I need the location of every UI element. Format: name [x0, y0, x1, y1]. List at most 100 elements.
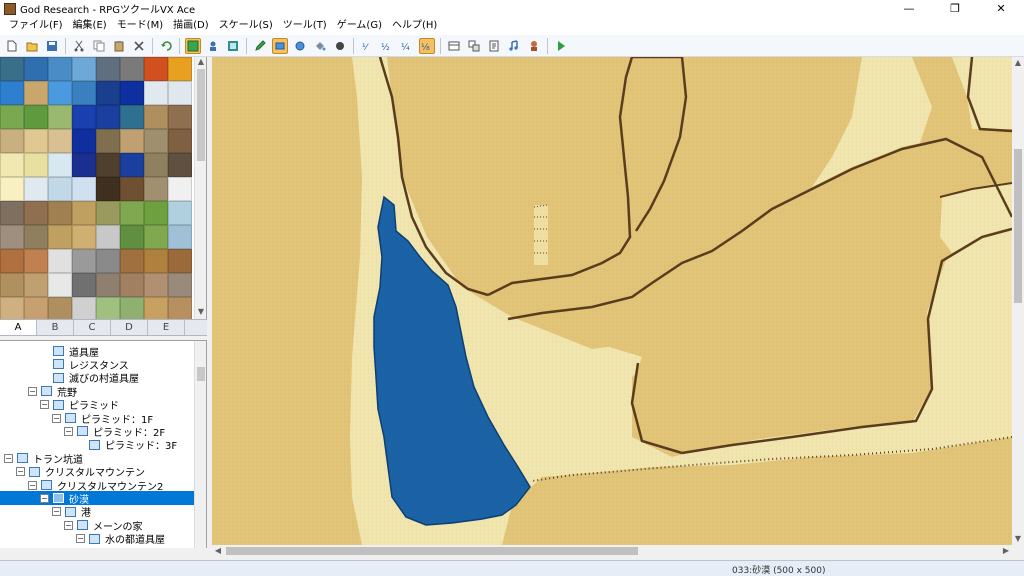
tree-node[interactable]: − クリスタルマウンテン	[16, 465, 145, 479]
tree-node[interactable]: 道具屋	[40, 344, 99, 359]
collapse-icon[interactable]: −	[16, 467, 25, 477]
scroll-left-icon[interactable]: ◀	[212, 545, 224, 557]
tree-scroll-thumb[interactable]	[197, 367, 205, 381]
map-canvas[interactable]	[212, 57, 1012, 545]
tile-swatch[interactable]	[72, 273, 96, 297]
tree-scrollbar[interactable]	[194, 341, 206, 548]
tile-swatch[interactable]	[72, 249, 96, 273]
tile-swatch[interactable]	[24, 153, 48, 177]
tree-node[interactable]: ピラミッド：3F	[76, 438, 177, 452]
tree-node[interactable]: − メーンの家	[64, 518, 143, 533]
scroll-up-icon[interactable]: ▲	[195, 57, 206, 69]
tile-swatch[interactable]	[72, 105, 96, 129]
tree-node[interactable]: 滅びの村道具屋	[40, 371, 139, 385]
tile-swatch[interactable]	[72, 57, 96, 81]
tile-swatch[interactable]	[72, 225, 96, 249]
collapse-icon[interactable]: −	[4, 453, 13, 463]
pencil-icon[interactable]	[252, 38, 268, 54]
tile-swatch[interactable]	[96, 201, 120, 225]
tile-swatch[interactable]	[48, 129, 72, 153]
tile-swatch[interactable]	[168, 153, 192, 177]
tile-grid[interactable]	[0, 57, 194, 319]
collapse-icon[interactable]: −	[40, 400, 49, 410]
collapse-icon[interactable]: −	[28, 386, 37, 396]
tree-node[interactable]: − ピラミッド：1F	[52, 411, 153, 426]
tree-node[interactable]: − トラン坑道	[4, 451, 83, 466]
maximize-button[interactable]: ❐	[932, 0, 978, 17]
tile-swatch[interactable]	[168, 177, 192, 201]
tile-swatch[interactable]	[168, 225, 192, 249]
cut-icon[interactable]	[71, 38, 87, 54]
map-vertical-scrollbar[interactable]: ▲ ▼	[1012, 57, 1024, 545]
tree-node[interactable]: − 水の都道具屋	[76, 532, 165, 546]
tree-node[interactable]: − 砂漠	[0, 491, 194, 506]
tree-node[interactable]: − ピラミッド	[40, 398, 119, 412]
tile-swatch[interactable]	[0, 297, 24, 319]
tile-swatch[interactable]	[0, 249, 24, 273]
tile-swatch[interactable]	[144, 57, 168, 81]
palette-scrollbar[interactable]: ▲ ▼	[194, 57, 206, 319]
region-mode-icon[interactable]	[225, 38, 241, 54]
tile-swatch[interactable]	[0, 225, 24, 249]
scroll-up-icon[interactable]: ▲	[1012, 57, 1024, 69]
playtest-icon[interactable]	[553, 38, 569, 54]
save-project-icon[interactable]	[44, 38, 60, 54]
tree-node[interactable]: − 荒野	[28, 384, 77, 399]
tab-d[interactable]: D	[111, 320, 148, 335]
tile-swatch[interactable]	[48, 81, 72, 105]
menu-help[interactable]: ヘルプ(H)	[387, 17, 442, 35]
tile-swatch[interactable]	[0, 129, 24, 153]
tile-swatch[interactable]	[120, 177, 144, 201]
tile-swatch[interactable]	[168, 57, 192, 81]
map-vscroll-thumb[interactable]	[1014, 149, 1022, 303]
collapse-icon[interactable]: −	[64, 520, 73, 530]
tile-swatch[interactable]	[0, 153, 24, 177]
tile-swatch[interactable]	[120, 153, 144, 177]
tile-swatch[interactable]	[72, 153, 96, 177]
map-hscroll-thumb[interactable]	[226, 547, 638, 555]
tile-swatch[interactable]	[144, 273, 168, 297]
menu-draw[interactable]: 描画(D)	[168, 17, 214, 35]
tree-node[interactable]: − ピラミッド：2F	[64, 424, 165, 439]
tab-b[interactable]: B	[37, 320, 74, 335]
tile-swatch[interactable]	[96, 297, 120, 319]
tile-swatch[interactable]	[144, 177, 168, 201]
tile-swatch[interactable]	[120, 225, 144, 249]
scale-1-2-icon[interactable]: ½	[379, 38, 395, 54]
sound-test-icon[interactable]	[506, 38, 522, 54]
undo-icon[interactable]	[158, 38, 174, 54]
tile-swatch[interactable]	[120, 201, 144, 225]
shadow-pen-icon[interactable]	[332, 38, 348, 54]
tile-swatch[interactable]	[120, 81, 144, 105]
tile-swatch[interactable]	[144, 249, 168, 273]
tileset-palette[interactable]: ▲ ▼	[0, 57, 207, 319]
tile-swatch[interactable]	[48, 105, 72, 129]
tab-c[interactable]: C	[74, 320, 111, 335]
tile-swatch[interactable]	[168, 201, 192, 225]
delete-icon[interactable]	[131, 38, 147, 54]
tile-swatch[interactable]	[24, 201, 48, 225]
collapse-icon[interactable]: −	[52, 507, 61, 517]
palette-scroll-thumb[interactable]	[197, 69, 205, 161]
tile-swatch[interactable]	[0, 81, 24, 105]
tile-swatch[interactable]	[96, 249, 120, 273]
tile-swatch[interactable]	[24, 177, 48, 201]
tile-swatch[interactable]	[168, 249, 192, 273]
tile-swatch[interactable]	[168, 81, 192, 105]
event-mode-icon[interactable]	[205, 38, 221, 54]
tile-swatch[interactable]	[168, 105, 192, 129]
tile-swatch[interactable]	[24, 129, 48, 153]
tile-swatch[interactable]	[24, 249, 48, 273]
tile-swatch[interactable]	[0, 201, 24, 225]
tile-swatch[interactable]	[168, 129, 192, 153]
database-icon[interactable]	[446, 38, 462, 54]
collapse-icon[interactable]: −	[52, 413, 61, 423]
tile-swatch[interactable]	[96, 273, 120, 297]
tile-swatch[interactable]	[144, 225, 168, 249]
tile-swatch[interactable]	[144, 297, 168, 319]
tile-swatch[interactable]	[120, 249, 144, 273]
menu-scale[interactable]: スケール(S)	[214, 17, 278, 35]
paste-icon[interactable]	[111, 38, 127, 54]
collapse-icon[interactable]: −	[40, 493, 49, 503]
tree-node[interactable]: − 港	[52, 505, 91, 519]
